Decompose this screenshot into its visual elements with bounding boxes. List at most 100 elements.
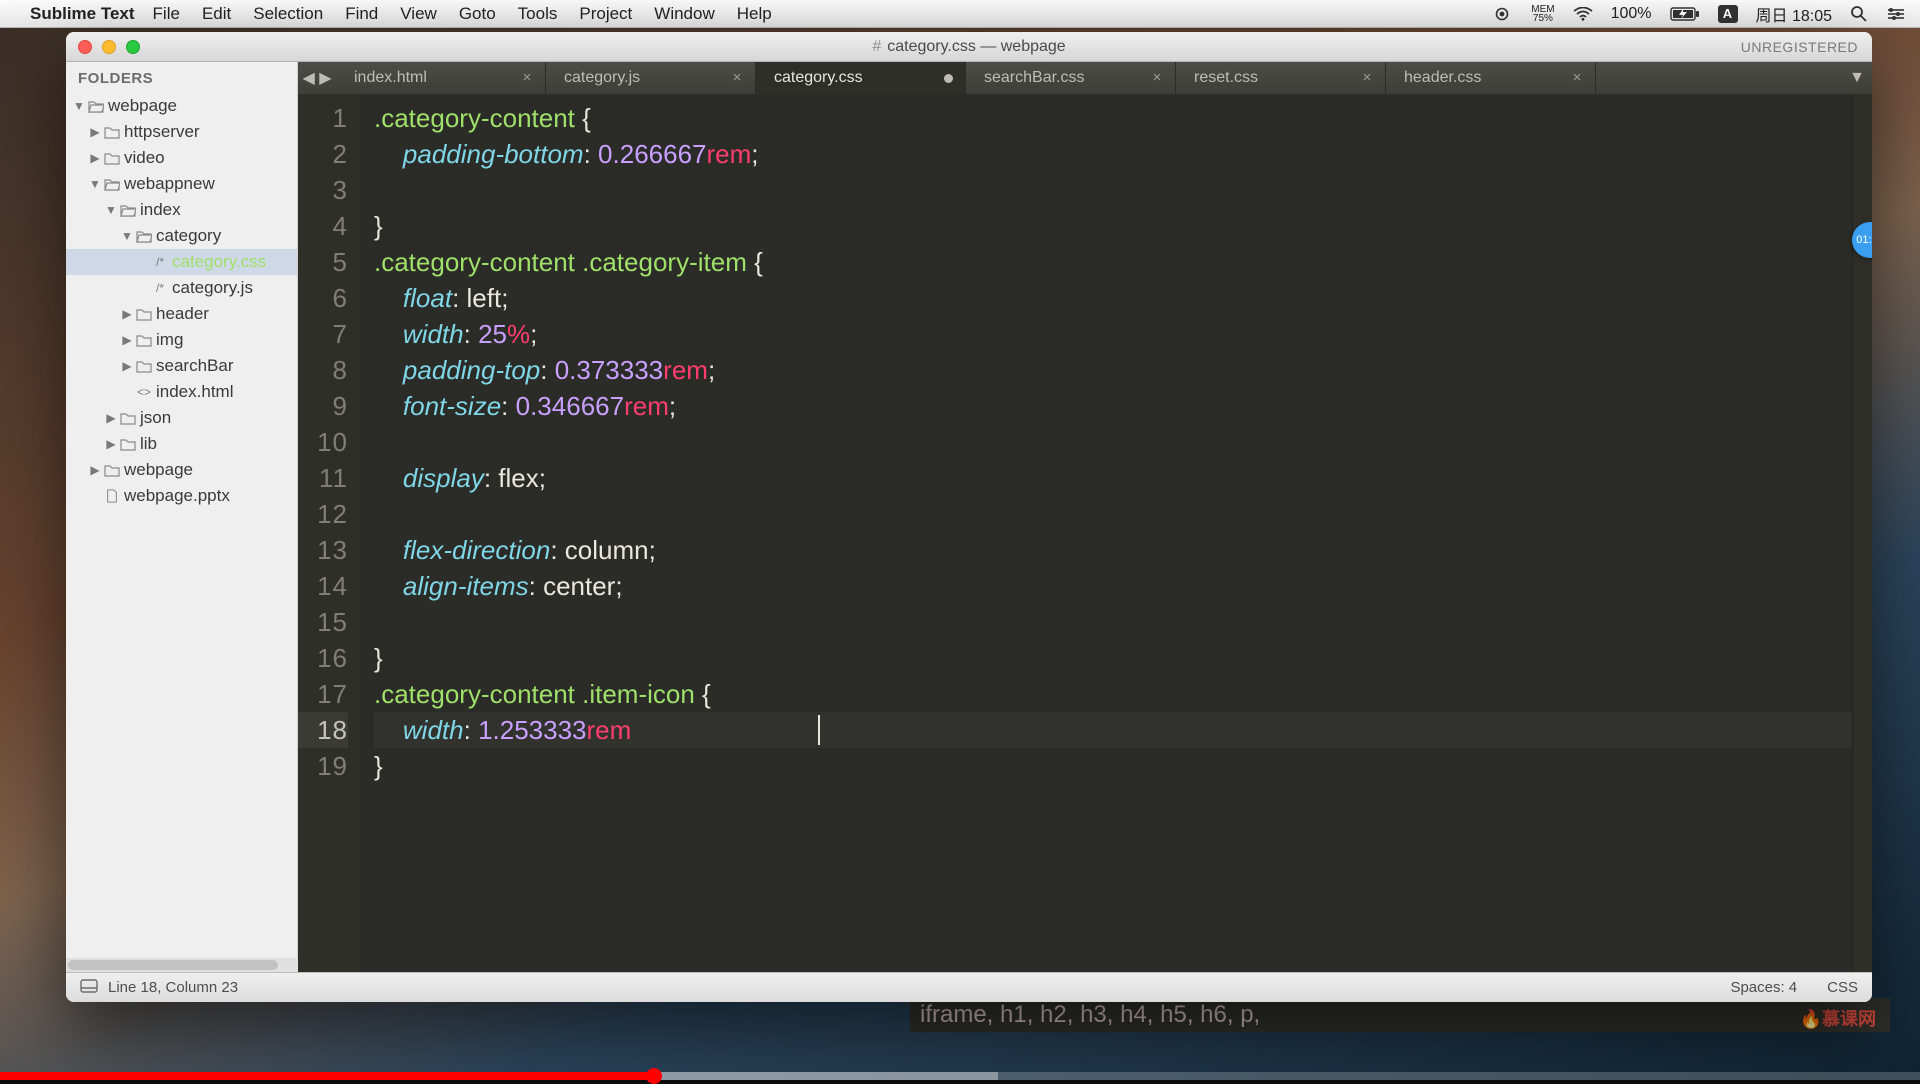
- code-line[interactable]: font-size: 0.346667rem;: [374, 388, 1852, 424]
- tree-item-index-html[interactable]: <>index.html: [66, 379, 297, 405]
- window-titlebar[interactable]: #category.css — webpage UNREGISTERED: [66, 32, 1872, 62]
- scrollbar-thumb[interactable]: [68, 960, 278, 970]
- panel-toggle-icon[interactable]: [80, 979, 98, 997]
- spotlight-icon[interactable]: [1850, 5, 1868, 23]
- line-number[interactable]: 2: [298, 136, 348, 172]
- tree-item-webpage-pptx[interactable]: webpage.pptx: [66, 483, 297, 509]
- code-line[interactable]: [374, 424, 1852, 460]
- code-line[interactable]: [374, 172, 1852, 208]
- syntax-setting[interactable]: CSS: [1827, 979, 1858, 996]
- code-line[interactable]: [374, 604, 1852, 640]
- close-tab-icon[interactable]: ×: [1569, 69, 1585, 85]
- app-name[interactable]: Sublime Text: [30, 4, 135, 24]
- tree-item-video[interactable]: ▶video: [66, 145, 297, 171]
- disclosure-triangle-icon[interactable]: ▶: [88, 463, 102, 477]
- control-center-icon[interactable]: [1886, 7, 1906, 21]
- code-line[interactable]: width: 1.253333rem: [374, 712, 1852, 748]
- menu-project[interactable]: Project: [579, 4, 632, 24]
- code-line[interactable]: width: 25%;: [374, 316, 1852, 352]
- tree-item-category-js[interactable]: /*category.js: [66, 275, 297, 301]
- tab-category-js[interactable]: category.js×: [546, 62, 756, 94]
- tab-reset-css[interactable]: reset.css×: [1176, 62, 1386, 94]
- code-line[interactable]: flex-direction: column;: [374, 532, 1852, 568]
- menu-tools[interactable]: Tools: [518, 4, 558, 24]
- line-number[interactable]: 7: [298, 316, 348, 352]
- disclosure-triangle-icon[interactable]: ▼: [120, 229, 134, 243]
- cursor-position[interactable]: Line 18, Column 23: [108, 979, 238, 996]
- menu-view[interactable]: View: [400, 4, 437, 24]
- menu-goto[interactable]: Goto: [459, 4, 496, 24]
- line-number[interactable]: 14: [298, 568, 348, 604]
- line-number[interactable]: 15: [298, 604, 348, 640]
- wifi-icon[interactable]: [1573, 7, 1593, 21]
- line-number[interactable]: 13: [298, 532, 348, 568]
- line-number[interactable]: 3: [298, 172, 348, 208]
- code-line[interactable]: .category-content .item-icon {: [374, 676, 1852, 712]
- tab-index-html[interactable]: index.html×: [336, 62, 546, 94]
- tab-history-nav[interactable]: ◀ ▶: [298, 62, 336, 94]
- close-tab-icon[interactable]: ×: [519, 69, 535, 85]
- clock[interactable]: 周日 18:05: [1756, 2, 1833, 26]
- tree-item-httpserver[interactable]: ▶httpserver: [66, 119, 297, 145]
- code-line[interactable]: }: [374, 208, 1852, 244]
- code-line[interactable]: [374, 496, 1852, 532]
- indentation-setting[interactable]: Spaces: 4: [1730, 979, 1797, 996]
- tree-item-webpage[interactable]: ▼webpage: [66, 93, 297, 119]
- line-number[interactable]: 6: [298, 280, 348, 316]
- tree-item-category[interactable]: ▼category: [66, 223, 297, 249]
- tab-searchBar-css[interactable]: searchBar.css×: [966, 62, 1176, 94]
- menu-selection[interactable]: Selection: [253, 4, 323, 24]
- menu-help[interactable]: Help: [737, 4, 772, 24]
- code-line[interactable]: padding-top: 0.373333rem;: [374, 352, 1852, 388]
- code-line[interactable]: .category-content {: [374, 100, 1852, 136]
- disclosure-triangle-icon[interactable]: ▶: [104, 437, 118, 451]
- menu-find[interactable]: Find: [345, 4, 378, 24]
- tree-item-json[interactable]: ▶json: [66, 405, 297, 431]
- line-number[interactable]: 1: [298, 100, 348, 136]
- disclosure-triangle-icon[interactable]: ▼: [104, 203, 118, 217]
- tree-item-searchBar[interactable]: ▶searchBar: [66, 353, 297, 379]
- code-area[interactable]: .category-content { padding-bottom: 0.26…: [360, 94, 1852, 972]
- memory-indicator[interactable]: MEM75%: [1531, 5, 1554, 23]
- input-source-icon[interactable]: A: [1718, 5, 1738, 23]
- video-progress-bar[interactable]: [0, 1072, 1920, 1080]
- disclosure-triangle-icon[interactable]: ▶: [120, 359, 134, 373]
- code-line[interactable]: .category-content .category-item {: [374, 244, 1852, 280]
- tree-item-category-css[interactable]: /*category.css: [66, 249, 297, 275]
- line-number[interactable]: 19: [298, 748, 348, 784]
- menu-edit[interactable]: Edit: [202, 4, 231, 24]
- close-tab-icon[interactable]: ×: [729, 69, 745, 85]
- disclosure-triangle-icon[interactable]: ▶: [104, 411, 118, 425]
- disclosure-triangle-icon[interactable]: ▼: [88, 177, 102, 191]
- code-line[interactable]: display: flex;: [374, 460, 1852, 496]
- sidebar-hscrollbar[interactable]: [66, 958, 298, 972]
- disclosure-triangle-icon[interactable]: ▶: [88, 151, 102, 165]
- disclosure-triangle-icon[interactable]: ▶: [120, 333, 134, 347]
- line-number[interactable]: 8: [298, 352, 348, 388]
- tree-item-webpage[interactable]: ▶webpage: [66, 457, 297, 483]
- menu-window[interactable]: Window: [654, 4, 714, 24]
- close-tab-icon[interactable]: ×: [1149, 69, 1165, 85]
- line-number[interactable]: 16: [298, 640, 348, 676]
- battery-icon[interactable]: [1670, 7, 1700, 21]
- tab-overflow-menu[interactable]: ▼: [1842, 62, 1872, 94]
- disclosure-triangle-icon[interactable]: ▶: [88, 125, 102, 139]
- line-number[interactable]: 4: [298, 208, 348, 244]
- tree-item-header[interactable]: ▶header: [66, 301, 297, 327]
- code-editor[interactable]: 12345678910111213141516171819 .category-…: [298, 94, 1872, 972]
- line-number[interactable]: 9: [298, 388, 348, 424]
- menu-file[interactable]: File: [153, 4, 180, 24]
- tab-header-css[interactable]: header.css×: [1386, 62, 1596, 94]
- line-number[interactable]: 11: [298, 460, 348, 496]
- line-number[interactable]: 18: [298, 712, 348, 748]
- tab-category-css[interactable]: category.css: [756, 62, 966, 94]
- tree-item-img[interactable]: ▶img: [66, 327, 297, 353]
- code-line[interactable]: }: [374, 748, 1852, 784]
- line-number[interactable]: 10: [298, 424, 348, 460]
- tree-item-index[interactable]: ▼index: [66, 197, 297, 223]
- tree-item-webappnew[interactable]: ▼webappnew: [66, 171, 297, 197]
- line-number[interactable]: 5: [298, 244, 348, 280]
- code-line[interactable]: float: left;: [374, 280, 1852, 316]
- tree-item-lib[interactable]: ▶lib: [66, 431, 297, 457]
- screen-record-icon[interactable]: [1495, 7, 1513, 21]
